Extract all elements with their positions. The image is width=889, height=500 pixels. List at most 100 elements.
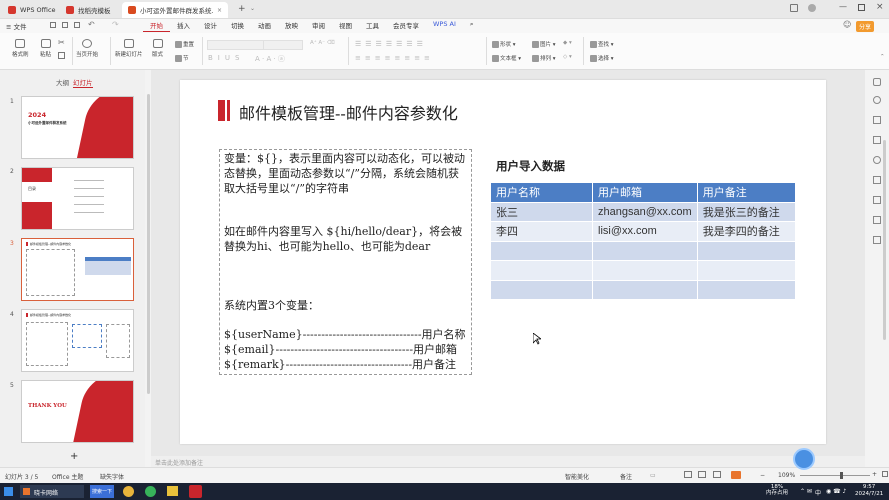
share-pane-icon[interactable]: [873, 216, 881, 224]
start-icon[interactable]: [4, 487, 13, 496]
zoom-out-icon[interactable]: −: [760, 472, 765, 479]
search-icon[interactable]: ⌕: [463, 20, 481, 32]
outline-icon[interactable]: ◇ ▾: [563, 54, 572, 60]
header-remark[interactable]: 用户备注: [696, 182, 797, 203]
table-cell[interactable]: 我是张三的备注: [696, 201, 797, 222]
menu-review[interactable]: 审阅: [305, 20, 332, 32]
smiley-icon[interactable]: ☺: [843, 20, 851, 29]
paragraph-align-icons[interactable]: ≡≡≡≡≡≡≡≡: [355, 54, 434, 62]
table-cell[interactable]: [490, 260, 593, 281]
animation-pane-icon[interactable]: [873, 116, 881, 124]
header-email[interactable]: 用户邮箱: [592, 182, 698, 203]
play-slideshow-icon[interactable]: [731, 471, 741, 479]
tray-icons[interactable]: ⌃ ✉: [800, 488, 812, 495]
zoom-slider[interactable]: [800, 475, 870, 476]
properties-icon[interactable]: [873, 78, 881, 86]
zoom-level[interactable]: 109%: [778, 472, 795, 479]
canvas-scrollbar[interactable]: [883, 140, 886, 340]
table-cell[interactable]: [592, 240, 698, 261]
fit-window-icon[interactable]: [882, 471, 888, 477]
format-painter-button[interactable]: 格式刷: [12, 39, 29, 58]
from-current-button[interactable]: 当页开始: [76, 39, 98, 58]
slide-thumb-2[interactable]: 目录: [21, 167, 134, 230]
new-slide-button[interactable]: 新建幻灯片: [115, 39, 143, 58]
clock[interactable]: 9:57 2024/7/21: [855, 484, 883, 498]
slide-thumb-4[interactable]: 邮件模板管理--邮件内容参数化: [21, 309, 134, 372]
tray-status-icons[interactable]: ◉ ☎ ♪: [826, 488, 846, 495]
missing-font[interactable]: 缺失字体: [100, 472, 124, 481]
avatar[interactable]: [808, 4, 816, 12]
font-grow-icon[interactable]: A⁺ A⁻ ⌫: [310, 40, 335, 46]
close-tab-icon[interactable]: ×: [217, 7, 222, 14]
window-layout-icon[interactable]: [790, 4, 798, 12]
section-button[interactable]: 节: [175, 54, 189, 62]
normal-view-icon[interactable]: [684, 471, 692, 478]
undo-icon[interactable]: ↶: [88, 20, 95, 29]
menu-view[interactable]: 视图: [332, 20, 359, 32]
table-cell[interactable]: [490, 279, 593, 300]
user-import-table[interactable]: 用户名称 用户邮箱 用户备注 张三 zhangsan@xx.com 我是张三的备…: [490, 182, 797, 300]
table-title[interactable]: 用户导入数据: [496, 158, 565, 174]
menu-home[interactable]: 开始: [143, 20, 170, 32]
paragraph-list-icons[interactable]: ☰☰☰☰☰☰☰: [355, 40, 427, 48]
redo-icon[interactable]: ↷: [112, 20, 119, 29]
header-username[interactable]: 用户名称: [490, 182, 593, 203]
table-cell[interactable]: [696, 260, 797, 281]
share-button[interactable]: 分享: [856, 21, 875, 32]
picture-button[interactable]: 图片 ▾: [532, 40, 556, 48]
table-cell[interactable]: 我是李四的备注: [696, 221, 797, 242]
table-cell[interactable]: zhangsan@xx.com: [592, 201, 698, 222]
wps-taskbar-icon[interactable]: [189, 485, 202, 498]
font-style-buttons[interactable]: BIUS: [208, 54, 244, 62]
beautify-button[interactable]: 智能美化: [565, 472, 589, 481]
add-slide-button[interactable]: +: [70, 451, 78, 462]
ime-indicator[interactable]: 中: [815, 488, 821, 497]
table-cell[interactable]: [490, 240, 593, 261]
close-window-icon[interactable]: ×: [876, 2, 884, 12]
save-icon[interactable]: [50, 22, 56, 28]
theme-name[interactable]: Office 主题: [52, 472, 83, 481]
slide-thumb-3[interactable]: 邮件模板管理--邮件内容参数化: [21, 238, 134, 301]
tab-slides[interactable]: 幻灯片: [73, 77, 93, 88]
comment-status-icon[interactable]: ▭: [650, 472, 656, 479]
zoom-thumb[interactable]: [840, 472, 843, 479]
font-size-select[interactable]: [263, 40, 303, 50]
arrange-button[interactable]: 排列 ▾: [532, 54, 556, 62]
taskbar-search[interactable]: 搜索一下: [90, 485, 114, 498]
chevron-down-icon[interactable]: ⌄: [250, 5, 255, 12]
menu-slideshow[interactable]: 放映: [278, 20, 305, 32]
fill-icon[interactable]: ◆ ▾: [563, 40, 572, 46]
find-button[interactable]: 查找 ▾: [590, 40, 614, 48]
menu-insert[interactable]: 插入: [170, 20, 197, 32]
tab-document[interactable]: 小可运外置邮件群发系统.pptx ×: [122, 2, 228, 18]
assistant-badge-icon[interactable]: [793, 448, 815, 470]
chrome-icon[interactable]: [123, 486, 134, 497]
tab-outline[interactable]: 大纲: [56, 77, 69, 87]
help-icon[interactable]: [873, 156, 881, 164]
new-tab-icon[interactable]: +: [238, 4, 246, 14]
folder-icon[interactable]: [167, 486, 178, 496]
tab-wps-office[interactable]: WPS Office: [2, 2, 56, 18]
slide-thumb-5[interactable]: THANK YOU: [21, 380, 134, 443]
export-icon[interactable]: [74, 22, 80, 28]
sorter-view-icon[interactable]: [698, 471, 706, 478]
menu-animation[interactable]: 动画: [251, 20, 278, 32]
notes-area[interactable]: 单击此处添加备注: [151, 456, 865, 467]
thumbnail-scrollbar[interactable]: [147, 94, 150, 394]
paste-button[interactable]: 粘贴: [40, 39, 51, 58]
table-cell[interactable]: [696, 240, 797, 261]
copy-icon[interactable]: [58, 52, 65, 59]
textbox-button[interactable]: 文本框 ▾: [492, 54, 521, 62]
table-cell[interactable]: [592, 279, 698, 300]
shape-button[interactable]: 形状 ▾: [492, 40, 516, 48]
menu-transition[interactable]: 切换: [224, 20, 251, 32]
library-icon[interactable]: [873, 196, 881, 204]
table-cell[interactable]: [592, 260, 698, 281]
menu-member[interactable]: 会员专享: [386, 20, 426, 32]
slide-title[interactable]: 邮件模板管理--邮件内容参数化: [239, 100, 458, 124]
comment-icon[interactable]: [873, 176, 881, 184]
menu-tools[interactable]: 工具: [359, 20, 386, 32]
table-cell[interactable]: 张三: [490, 201, 593, 222]
tab-template[interactable]: 找稻壳模板: [60, 2, 118, 18]
minimize-icon[interactable]: —: [839, 2, 847, 11]
